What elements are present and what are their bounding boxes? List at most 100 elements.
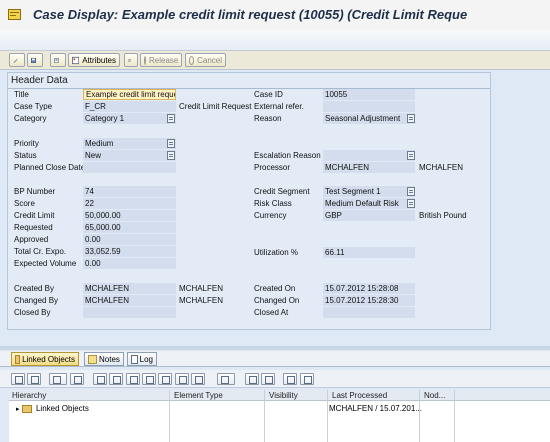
- expected-volume-label: Expected Volume: [14, 259, 77, 268]
- edit-toggle-button[interactable]: [9, 53, 25, 67]
- processor-field[interactable]: MCHALFEN: [323, 162, 415, 173]
- column-divider: [327, 390, 328, 442]
- column-last-processed[interactable]: Last Processed: [332, 391, 387, 400]
- system-menu-icon[interactable]: [8, 9, 21, 20]
- refresh-icon[interactable]: [70, 373, 84, 385]
- changed-on-field: 15.07.2012 15:28:30: [323, 295, 415, 306]
- last-processed-cell: MCHALFEN / 15.07.201...: [329, 404, 422, 413]
- tree-row-linked-objects[interactable]: ▸ Linked Objects: [16, 404, 89, 413]
- case-type-field: F_CR: [83, 101, 176, 112]
- find-icon[interactable]: [283, 373, 297, 385]
- expected-volume-field: 0.00: [83, 258, 176, 269]
- document-icon: [54, 57, 59, 63]
- tab-log[interactable]: Log: [127, 352, 157, 366]
- expand-all-icon[interactable]: [11, 373, 25, 385]
- save-icon: [31, 57, 36, 63]
- priority-value-help-icon[interactable]: [167, 139, 175, 148]
- status-value-help-icon[interactable]: [167, 151, 175, 160]
- paste-icon[interactable]: [142, 373, 156, 385]
- escalation-reason-field[interactable]: [323, 150, 415, 161]
- release-label: Release: [149, 55, 179, 65]
- category-field[interactable]: Category 1: [83, 113, 176, 124]
- credit-segment-field[interactable]: Test Segment 1: [323, 186, 415, 197]
- escalation-reason-label: Escalation Reason: [254, 151, 321, 160]
- header-divider: [8, 88, 490, 89]
- cut-icon[interactable]: [126, 373, 140, 385]
- external-ref-field[interactable]: [323, 101, 415, 112]
- tab-notes[interactable]: Notes: [84, 352, 124, 366]
- created-by-label: Created By: [14, 284, 55, 293]
- credit-segment-value-help-icon[interactable]: [407, 187, 415, 196]
- delete-button[interactable]: [124, 53, 138, 67]
- priority-field[interactable]: Medium: [83, 138, 176, 149]
- external-ref-label: External refer.: [254, 102, 304, 111]
- pencil-glasses-icon: [13, 58, 18, 63]
- category-value-help-icon[interactable]: [167, 114, 175, 123]
- planned-close-label: Planned Close Date: [14, 163, 86, 172]
- tab-linked-objects-label: Linked Objects: [22, 354, 75, 364]
- insert-icon[interactable]: [175, 373, 189, 385]
- credit-segment-label: Credit Segment: [254, 187, 310, 196]
- risk-class-field[interactable]: Medium Default Risk: [323, 198, 415, 209]
- header-data-panel: Header Data Title Example credit limit r…: [7, 72, 491, 330]
- print-button[interactable]: [50, 53, 66, 67]
- attributes-button[interactable]: Attributes: [68, 53, 120, 67]
- column-element-type[interactable]: Element Type: [174, 391, 223, 400]
- reason-field[interactable]: Seasonal Adjustment: [323, 113, 415, 124]
- title-label: Title: [14, 90, 29, 99]
- status-field[interactable]: New: [83, 150, 176, 161]
- lower-tab-bar: Linked Objects Notes Log: [0, 351, 550, 367]
- pane-splitter[interactable]: [0, 346, 550, 350]
- cancel-label: Cancel: [197, 55, 222, 65]
- select-layout-icon[interactable]: [49, 373, 67, 385]
- planned-close-field[interactable]: [83, 162, 176, 173]
- release-icon: [144, 55, 146, 65]
- folder-menu-icon[interactable]: [217, 373, 235, 385]
- tree-toolbar: [0, 370, 550, 388]
- column-visibility[interactable]: Visibility: [269, 391, 298, 400]
- closed-by-label: Closed By: [14, 308, 51, 317]
- find-next-icon[interactable]: [300, 373, 314, 385]
- notes-icon: [88, 354, 97, 364]
- bp-number-field: 74: [83, 186, 176, 197]
- tree-header: Hierarchy Element Type Visibility Last P…: [9, 390, 550, 401]
- title-input[interactable]: Example credit limit reque: [83, 89, 176, 100]
- column-node[interactable]: Nod...: [424, 391, 445, 400]
- delete-entry-icon[interactable]: [158, 373, 172, 385]
- link-icon[interactable]: [191, 373, 205, 385]
- risk-class-label: Risk Class: [254, 199, 292, 208]
- total-exposure-field: 33,052.59: [83, 246, 176, 257]
- save-button[interactable]: [27, 53, 43, 67]
- case-id-label: Case ID: [254, 90, 283, 99]
- copy-icon[interactable]: [109, 373, 123, 385]
- tree-row-label: Linked Objects: [35, 404, 89, 413]
- column-hierarchy[interactable]: Hierarchy: [12, 391, 46, 400]
- release-button[interactable]: Release: [140, 53, 182, 67]
- create-icon[interactable]: [93, 373, 107, 385]
- risk-class-value-help-icon[interactable]: [407, 199, 415, 208]
- column-divider: [419, 390, 420, 442]
- created-by-field: MCHALFEN: [83, 283, 176, 294]
- bp-number-label: BP Number: [14, 187, 56, 196]
- title-separator: [0, 30, 550, 51]
- tab-linked-objects[interactable]: Linked Objects: [11, 352, 79, 366]
- cancel-button[interactable]: Cancel: [185, 53, 226, 67]
- reason-value-help-icon[interactable]: [407, 114, 415, 123]
- requested-label: Requested: [14, 223, 53, 232]
- collapse-all-icon[interactable]: [27, 373, 41, 385]
- score-field: 22: [83, 198, 176, 209]
- changed-on-label: Changed On: [254, 296, 300, 305]
- closed-by-field: [83, 307, 176, 318]
- sort-descending-icon[interactable]: [261, 373, 275, 385]
- application-toolbar: Attributes Release Cancel: [0, 51, 550, 70]
- cancel-icon: [189, 55, 195, 65]
- case-type-text: Credit Limit Request: [179, 102, 252, 111]
- sort-ascending-icon[interactable]: [245, 373, 259, 385]
- processor-text: MCHALFEN: [419, 163, 464, 172]
- escalation-value-help-icon[interactable]: [407, 151, 415, 160]
- log-icon: [131, 354, 138, 364]
- currency-label: Currency: [254, 211, 287, 220]
- status-label: Status: [14, 151, 37, 160]
- expand-node-icon[interactable]: ▸: [16, 406, 20, 413]
- category-label: Category: [14, 114, 47, 123]
